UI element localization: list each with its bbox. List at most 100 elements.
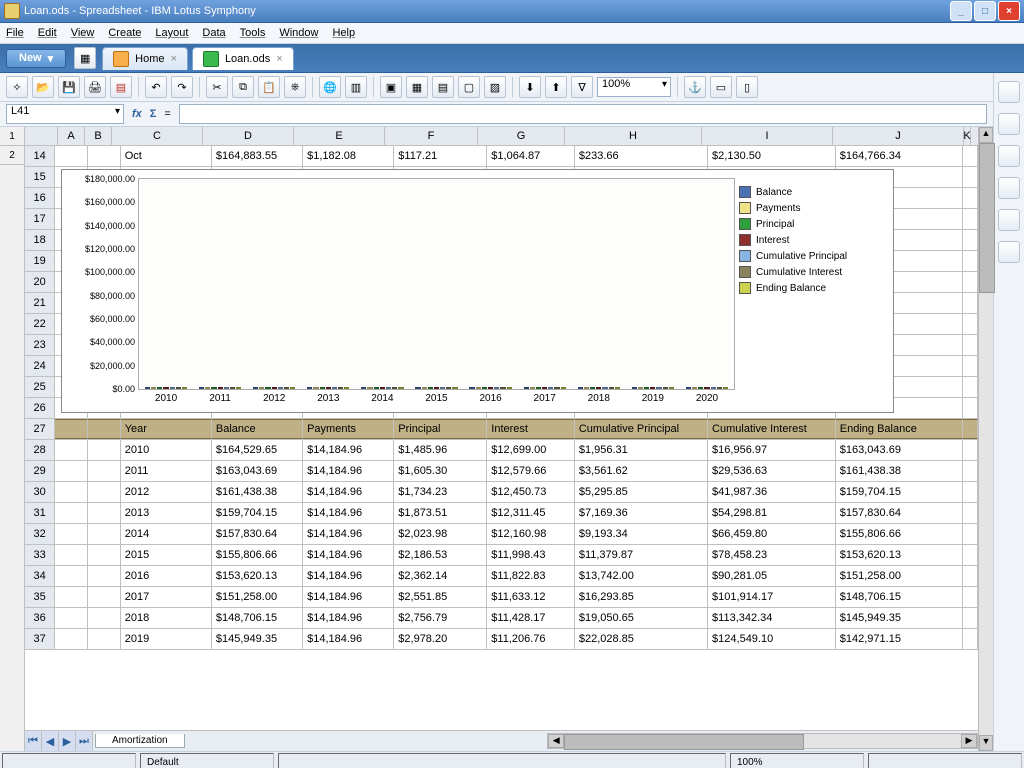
cell-D37[interactable]: $145,949.35	[212, 629, 303, 649]
cell-E33[interactable]: $14,184.96	[303, 545, 394, 565]
cell-F30[interactable]: $1,734.23	[394, 482, 487, 502]
row-header[interactable]: 21	[25, 293, 55, 313]
menu-layout[interactable]: Layout	[155, 27, 188, 39]
cell-K26[interactable]	[963, 398, 977, 418]
cell-K14[interactable]	[963, 146, 977, 166]
cell-G36[interactable]: $11,428.17	[487, 608, 575, 628]
merge-icon[interactable]: ▦	[406, 76, 428, 98]
row-header[interactable]: 30	[25, 482, 55, 502]
cell-J36[interactable]: $145,949.35	[836, 608, 964, 628]
cell-K29[interactable]	[963, 461, 977, 481]
cell-K35[interactable]	[963, 587, 977, 607]
cell-J31[interactable]: $157,830.64	[836, 503, 964, 523]
cell-J27[interactable]: Ending Balance	[836, 419, 964, 439]
cell-E31[interactable]: $14,184.96	[303, 503, 394, 523]
col-header-K[interactable]: K	[964, 127, 971, 145]
cell-J34[interactable]: $151,258.00	[836, 566, 964, 586]
menu-tools[interactable]: Tools	[240, 27, 266, 39]
cell-B29[interactable]	[88, 461, 121, 481]
row-header[interactable]: 27	[25, 419, 55, 439]
cell-J33[interactable]: $153,620.13	[836, 545, 964, 565]
col-header-I[interactable]: I	[702, 127, 833, 145]
cell-I31[interactable]: $54,298.81	[708, 503, 836, 523]
cell-H37[interactable]: $22,028.85	[575, 629, 708, 649]
menu-help[interactable]: Help	[332, 27, 355, 39]
cell-K33[interactable]	[963, 545, 977, 565]
cell-B33[interactable]	[88, 545, 121, 565]
cell-J32[interactable]: $155,806.66	[836, 524, 964, 544]
cell-A33[interactable]	[55, 545, 88, 565]
doc-tab-loan-ods[interactable]: Loan.ods×	[192, 47, 294, 70]
gallery-icon[interactable]	[998, 145, 1020, 167]
col-header-B[interactable]: B	[85, 127, 112, 145]
cell-A35[interactable]	[55, 587, 88, 607]
col-header-E[interactable]: E	[294, 127, 385, 145]
tab-prev-icon[interactable]: ◀	[42, 731, 59, 751]
cell-J30[interactable]: $159,704.15	[836, 482, 964, 502]
thumbnails-button[interactable]: ▦	[74, 47, 96, 69]
paste-icon[interactable]: 📋	[258, 76, 280, 98]
cell-G31[interactable]: $12,311.45	[487, 503, 575, 523]
group-icon[interactable]: ▭	[710, 76, 732, 98]
row-header[interactable]: 22	[25, 314, 55, 334]
cell-F14[interactable]: $117.21	[394, 146, 487, 166]
cell-E30[interactable]: $14,184.96	[303, 482, 394, 502]
cell-F27[interactable]: Principal	[394, 419, 487, 439]
cell-B35[interactable]	[88, 587, 121, 607]
cell-G33[interactable]: $11,998.43	[487, 545, 575, 565]
cell-K37[interactable]	[963, 629, 977, 649]
cell-B14[interactable]	[88, 146, 121, 166]
row-header[interactable]: 25	[25, 377, 55, 397]
row-header[interactable]: 19	[25, 251, 55, 271]
cell-K16[interactable]	[963, 188, 977, 208]
maximize-button[interactable]: □	[974, 1, 996, 21]
cell-J29[interactable]: $161,438.38	[836, 461, 964, 481]
copy-icon[interactable]: ⧉	[232, 76, 254, 98]
hscrollbar[interactable]: ◀▶	[547, 733, 978, 749]
cell-B34[interactable]	[88, 566, 121, 586]
cell-B37[interactable]	[88, 629, 121, 649]
cell-C29[interactable]: 2011	[121, 461, 212, 481]
cell-B27[interactable]	[88, 419, 121, 439]
cell-K34[interactable]	[963, 566, 977, 586]
tab-last-icon[interactable]: ⏭	[76, 731, 93, 751]
cell-E29[interactable]: $14,184.96	[303, 461, 394, 481]
cell-B30[interactable]	[88, 482, 121, 502]
cell-D29[interactable]: $163,043.69	[212, 461, 303, 481]
cell-A30[interactable]	[55, 482, 88, 502]
cell-E34[interactable]: $14,184.96	[303, 566, 394, 586]
cell-A29[interactable]	[55, 461, 88, 481]
cell-F33[interactable]: $2,186.53	[394, 545, 487, 565]
row-header[interactable]: 33	[25, 545, 55, 565]
cell-A36[interactable]	[55, 608, 88, 628]
row-header[interactable]: 26	[25, 398, 55, 418]
cell-K20[interactable]	[963, 272, 977, 292]
cell-C30[interactable]: 2012	[121, 482, 212, 502]
cell-C28[interactable]: 2010	[121, 440, 212, 460]
new-button[interactable]: New ▾	[6, 49, 66, 68]
cell-K23[interactable]	[963, 335, 977, 355]
cell-C31[interactable]: 2013	[121, 503, 212, 523]
cell-G30[interactable]: $12,450.73	[487, 482, 575, 502]
save-icon[interactable]: 💾	[58, 76, 80, 98]
cell-H31[interactable]: $7,169.36	[575, 503, 708, 523]
cell-K31[interactable]	[963, 503, 977, 523]
cell-F29[interactable]: $1,605.30	[394, 461, 487, 481]
cell-J37[interactable]: $142,971.15	[836, 629, 964, 649]
format-paint-icon[interactable]: ⎈	[284, 76, 306, 98]
styles-icon[interactable]	[998, 113, 1020, 135]
cell-K24[interactable]	[963, 356, 977, 376]
row-header[interactable]: 36	[25, 608, 55, 628]
cell-D31[interactable]: $159,704.15	[212, 503, 303, 523]
cell-I29[interactable]: $29,536.63	[708, 461, 836, 481]
cell-E37[interactable]: $14,184.96	[303, 629, 394, 649]
cell-D33[interactable]: $155,806.66	[212, 545, 303, 565]
outline-1[interactable]: 1	[0, 127, 24, 146]
undo-icon[interactable]: ↶	[145, 76, 167, 98]
cell-F37[interactable]: $2,978.20	[394, 629, 487, 649]
cell-I14[interactable]: $2,130.50	[708, 146, 836, 166]
cell-E27[interactable]: Payments	[303, 419, 394, 439]
anchor-icon[interactable]: ⚓	[684, 76, 706, 98]
row-header[interactable]: 17	[25, 209, 55, 229]
cell-G14[interactable]: $1,064.87	[487, 146, 575, 166]
